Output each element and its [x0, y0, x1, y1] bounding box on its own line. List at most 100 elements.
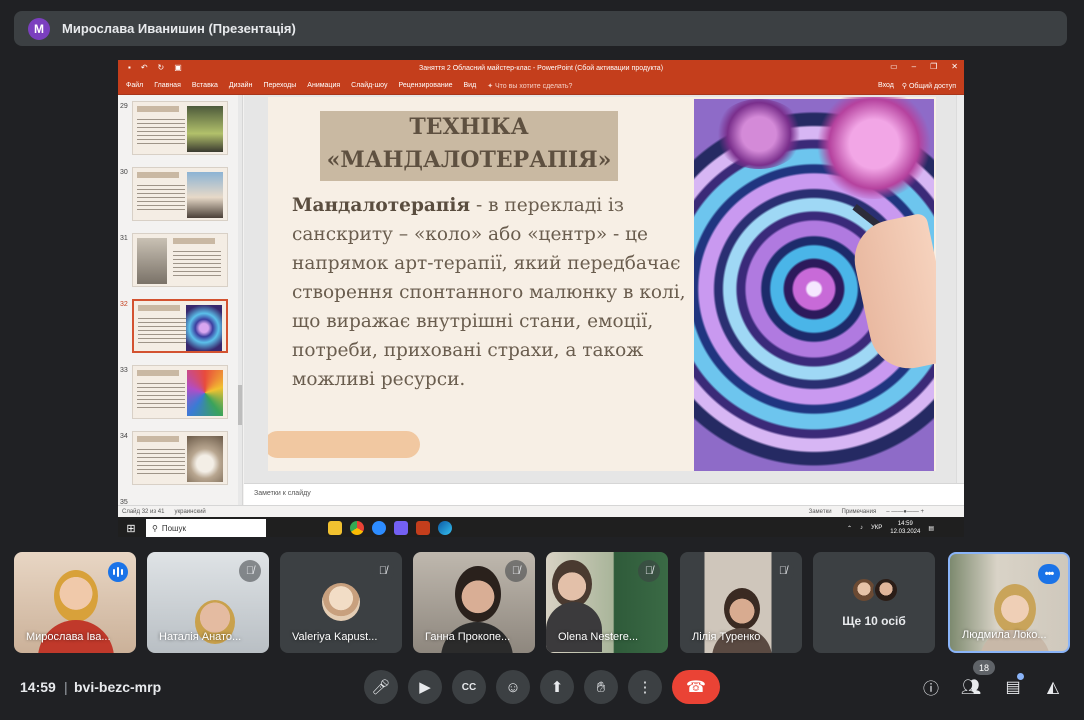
hand-drawing [847, 212, 936, 376]
windows-start-icon[interactable]: ⊞ [124, 521, 138, 535]
thumbnail-row[interactable]: 29 [118, 101, 242, 161]
tray-clock[interactable]: 14:59 12.03.2024 [890, 520, 920, 536]
slide-thumbnail[interactable] [132, 365, 228, 419]
scrollbar-thumb[interactable] [238, 385, 242, 425]
meeting-info-button[interactable]: ⓘ [918, 674, 944, 700]
comments-toggle[interactable]: Примечания [842, 509, 877, 515]
tray-date: 12.03.2024 [890, 529, 921, 535]
participant-face [994, 584, 1036, 634]
tab-view[interactable]: Вид [464, 82, 477, 89]
participant-tile-self[interactable]: ••• Людмила Локо... [948, 552, 1070, 653]
mic-off-icon: 🎙̸ [372, 560, 394, 582]
thumbnail-row[interactable]: 33 [118, 365, 242, 425]
quick-access-toolbar: ▪ ↶ ↻ ▣ [128, 63, 182, 72]
file-explorer-icon[interactable] [328, 521, 342, 535]
zoom-slider[interactable]: – ——●—— + [886, 509, 924, 515]
current-slide[interactable]: ТЕХНІКА «МАНДАЛОТЕРАПІЯ» Мандалотерапія … [268, 97, 936, 471]
tab-transitions[interactable]: Переходы [263, 82, 296, 89]
thumbnail-row[interactable]: 35 [118, 497, 242, 505]
slide-thumbnail[interactable] [132, 233, 228, 287]
powerpoint-icon[interactable] [416, 521, 430, 535]
microphone-button[interactable]: 🎤︎ [364, 670, 398, 704]
help-search[interactable]: ✦ Что вы хотите сделать? [487, 82, 572, 90]
notifications-icon[interactable]: ▤ [928, 525, 934, 532]
slide-thumbnail[interactable] [132, 167, 228, 221]
close-icon[interactable]: ✕ [951, 62, 958, 71]
tray-arrow-icon[interactable]: ⌃ [847, 525, 852, 532]
tab-animations[interactable]: Анимация [307, 82, 340, 89]
participant-tile[interactable]: 🎙̸ Наталія Анато... [147, 552, 269, 653]
ppt-titlebar: ▪ ↶ ↻ ▣ Заняття 2 Обласний майстер-клас … [118, 60, 964, 77]
notes-placeholder: Заметки к слайду [254, 490, 311, 497]
raise-hand-button[interactable]: ✋︎ [584, 670, 618, 704]
participant-tile[interactable]: Мирослава Іва... [14, 552, 136, 653]
people-button[interactable]: 👥︎ [958, 674, 984, 700]
slide-thumbnail[interactable] [132, 101, 228, 155]
maximize-icon[interactable]: ❐ [930, 62, 937, 71]
start-show-icon[interactable]: ▣ [174, 63, 182, 72]
taskbar-search[interactable]: ⚲ Пошук [146, 519, 266, 537]
volume-icon[interactable]: ♪ [860, 525, 863, 531]
camera-button[interactable]: ▶ [408, 670, 442, 704]
zoom-icon[interactable] [372, 521, 386, 535]
tab-slideshow[interactable]: Слайд-шоу [351, 82, 387, 89]
viber-icon[interactable] [394, 521, 408, 535]
captions-button[interactable]: CC [452, 670, 486, 704]
camera-icon: ▶ [419, 679, 431, 696]
minimize-icon[interactable]: – [912, 62, 916, 71]
chrome-icon[interactable] [350, 521, 364, 535]
status-language[interactable]: украинский [174, 509, 205, 515]
tab-review[interactable]: Рецензирование [398, 82, 452, 89]
mic-off-icon: 🎙̸ [772, 560, 794, 582]
more-participants-tile[interactable]: Ще 10 осіб [813, 552, 935, 653]
notes-pane[interactable]: Заметки к слайду [244, 483, 964, 505]
body-definition: - в перекладі із санскриту – «коло» або … [292, 195, 686, 390]
window-controls: ▭ – ❐ ✕ [890, 62, 958, 71]
thumbnail-row[interactable]: 30 [118, 167, 242, 227]
tab-file[interactable]: Файл [126, 82, 143, 89]
ribbon-tabs: Файл Главная Вставка Дизайн Переходы Ани… [118, 77, 964, 95]
body-term: Мандалотерапія [292, 195, 471, 216]
redo-icon[interactable]: ↻ [158, 63, 165, 72]
slide-scrollbar[interactable] [956, 95, 964, 483]
thumbnail-number: 29 [120, 103, 128, 110]
activities-button[interactable]: ◭ [1040, 674, 1066, 700]
present-button[interactable]: ⬆ [540, 670, 574, 704]
participant-tile[interactable]: 🎙̸ Valeriya Kapust... [280, 552, 402, 653]
tab-design[interactable]: Дизайн [229, 82, 253, 89]
slide-thumbnail-active[interactable] [132, 299, 228, 353]
tab-insert[interactable]: Вставка [192, 82, 218, 89]
tab-home[interactable]: Главная [154, 82, 181, 89]
presenter-title: Мирослава Иванишин (Презентація) [62, 21, 296, 36]
thumbnail-row[interactable]: 32 [118, 299, 242, 359]
participant-tile[interactable]: 🎙̸ Лілія Туренко [680, 552, 802, 653]
lightbulb-icon: ✦ [487, 82, 495, 90]
participant-mini-avatar [873, 577, 899, 603]
reactions-button[interactable]: ☺ [496, 670, 530, 704]
mic-off-icon: 🎙̸ [638, 560, 660, 582]
undo-icon[interactable]: ↶ [141, 63, 148, 72]
save-icon[interactable]: ▪ [128, 63, 131, 72]
participant-name: Ганна Прокопе... [425, 631, 511, 643]
presenter-avatar: M [28, 17, 50, 40]
participant-tile[interactable]: 🎙̸ Olena Nestere... [546, 552, 668, 653]
more-options-icon[interactable]: ••• [1038, 564, 1060, 584]
share-label: Общий доступ [908, 82, 956, 90]
slide-thumbnail[interactable] [132, 431, 228, 485]
tray-language[interactable]: УКР [871, 525, 882, 531]
notes-toggle[interactable]: Заметки [809, 509, 832, 515]
thumbnails-scrollbar[interactable] [238, 95, 242, 505]
ribbon-display-icon[interactable]: ▭ [890, 62, 898, 71]
edge-icon[interactable] [438, 521, 452, 535]
chat-icon: ▤ [1005, 679, 1021, 696]
status-slide-count: Слайд 32 из 41 [122, 508, 165, 515]
participant-tile[interactable]: 🎙̸ Ганна Прокопе... [413, 552, 535, 653]
thumbnail-row[interactable]: 34 [118, 431, 242, 491]
mic-off-icon: 🎙̸ [239, 560, 261, 582]
participant-name: Olena Nestere... [558, 631, 639, 643]
thumbnail-row[interactable]: 31 [118, 233, 242, 293]
more-options-button[interactable]: ⋮ [628, 670, 662, 704]
leave-call-button[interactable]: ☎︎ [672, 670, 720, 704]
sign-in-link[interactable]: Вход [878, 82, 894, 90]
share-button[interactable]: ⚲ Общий доступ [902, 82, 956, 90]
